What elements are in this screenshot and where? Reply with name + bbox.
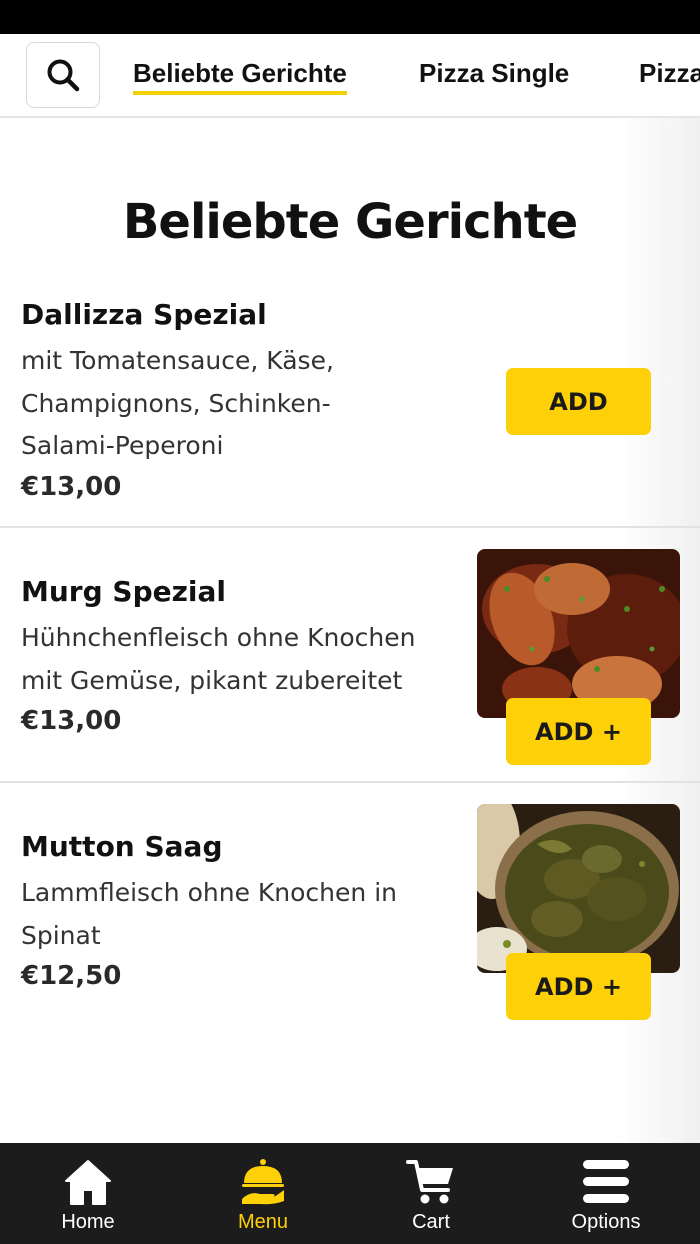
dish-image-murg-spezial[interactable] <box>477 549 680 718</box>
dish-image-mutton-saag[interactable] <box>477 804 680 973</box>
add-button[interactable]: ADD <box>506 368 651 435</box>
tab-pizza-single[interactable]: Pizza Single <box>419 58 569 89</box>
item-name: Dallizza Spezial <box>21 298 267 331</box>
nav-label-menu: Menu <box>237 1211 289 1233</box>
add-button[interactable]: ADD + <box>506 953 651 1020</box>
category-nav: Beliebte Gerichte Pizza Single Pizza <box>0 34 700 118</box>
nav-cart[interactable]: Cart <box>391 1143 471 1244</box>
nav-options[interactable]: Options <box>566 1143 646 1244</box>
tab-pizza[interactable]: Pizza <box>639 58 700 89</box>
status-bar <box>0 0 700 34</box>
item-price: €12,50 <box>21 961 122 991</box>
item-price: €13,00 <box>21 706 122 736</box>
hamburger-menu-icon <box>583 1160 629 1203</box>
nav-label-options: Options <box>571 1211 641 1233</box>
item-description: mit Tomatensauce, Käse, Champignons, Sch… <box>21 346 334 460</box>
section-title: Beliebte Gerichte <box>122 194 578 250</box>
item-name: Murg Spezial <box>21 575 226 608</box>
bottom-nav: Home Menu Cart Options <box>0 1143 700 1244</box>
nav-menu[interactable]: Menu <box>223 1143 303 1244</box>
cart-icon <box>406 1160 453 1204</box>
item-name: Mutton Saag <box>21 830 223 863</box>
add-button[interactable]: ADD + <box>506 698 651 765</box>
nav-label-cart: Cart <box>412 1211 450 1233</box>
nav-label-home: Home <box>61 1211 115 1233</box>
search-icon <box>47 59 80 92</box>
item-divider <box>0 526 700 528</box>
search-button[interactable] <box>26 42 100 108</box>
menu-content: Beliebte Gerichte Dallizza Spezial mit T… <box>0 118 700 1143</box>
item-divider <box>0 781 700 783</box>
item-price: €13,00 <box>21 472 122 502</box>
food-cloche-icon <box>242 1159 284 1205</box>
tab-beliebte-gerichte[interactable]: Beliebte Gerichte <box>133 58 347 95</box>
home-icon <box>65 1160 111 1205</box>
nav-home[interactable]: Home <box>48 1143 128 1244</box>
item-description: Lammfleisch ohne Knochen in Spinat <box>21 878 397 950</box>
item-description: Hühnchenfleisch ohne Knochen mit Gemüse,… <box>21 623 416 695</box>
